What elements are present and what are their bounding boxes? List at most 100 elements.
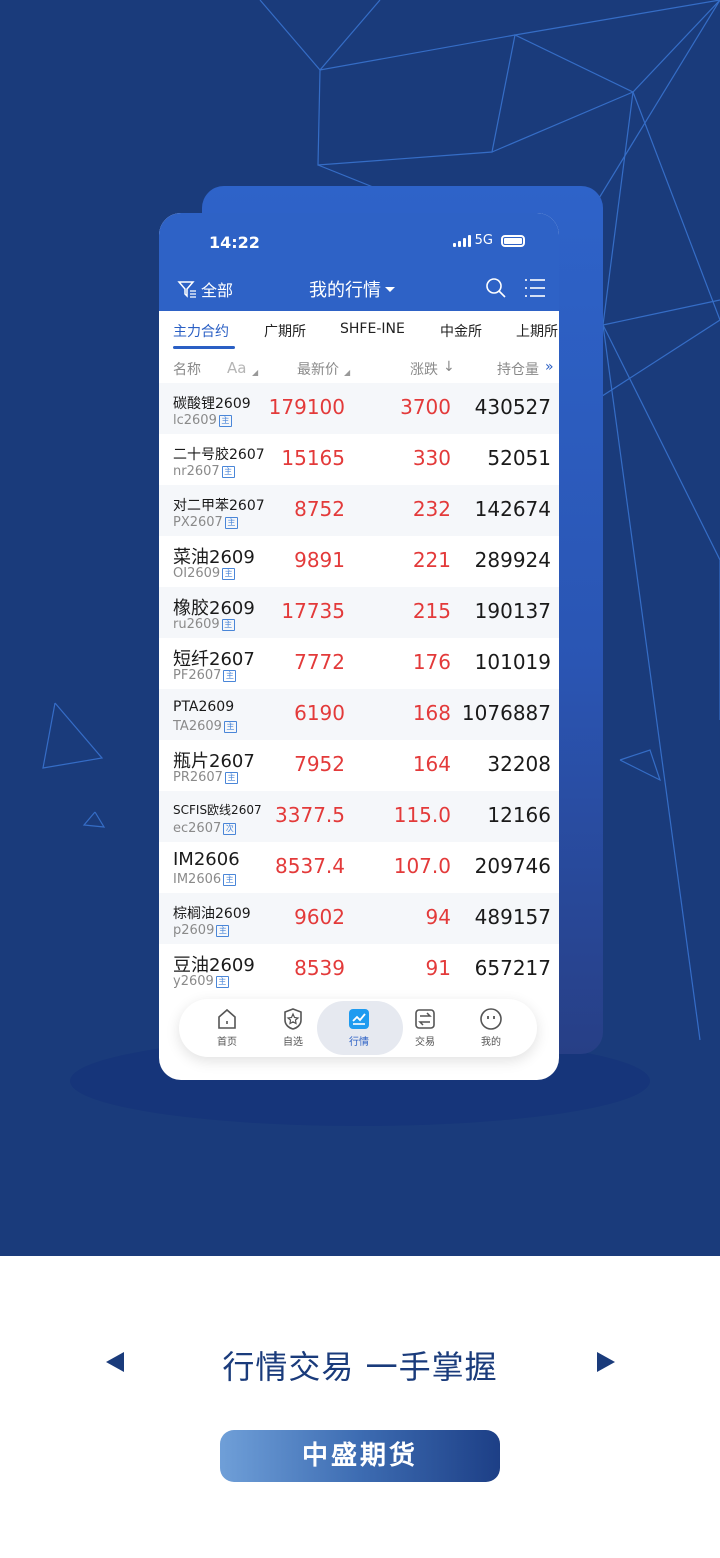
price-change: 164 (412, 752, 451, 776)
nav-bar: 全部 我的行情 (159, 271, 559, 311)
contract-code-text: nr2607 (173, 464, 220, 479)
status-time: 14:22 (209, 233, 260, 252)
latest-price: 179100 (268, 395, 345, 419)
tabbar-item-trade[interactable]: 交易 (395, 1007, 455, 1048)
tabbar-label: 自选 (283, 1037, 303, 1048)
quote-row[interactable]: 对二甲苯2607 PX2607 主 8752 232 142674 (159, 485, 559, 536)
tab-cffex[interactable]: 中金所 (440, 321, 482, 341)
slogan-row: 行情交易 一手掌握 (0, 1330, 720, 1394)
tab-shfe-ine[interactable]: SHFE-INE (340, 321, 405, 337)
contract-badge: 主 (223, 720, 237, 733)
contract-name: IM2606 (173, 849, 240, 870)
quote-row[interactable]: 豆油2609 y2609 主 8539 91 657217 (159, 944, 559, 995)
latest-price: 17735 (281, 599, 345, 623)
contract-badge: 主 (224, 516, 238, 529)
filter-icon (177, 281, 196, 298)
contract-code-text: p2609 (173, 923, 215, 938)
quote-row[interactable]: IM2606 IM2606 主 8537.4 107.0 209746 (159, 842, 559, 893)
tab-main-contracts[interactable]: 主力合约 (173, 321, 229, 341)
contract-badge: 主 (222, 567, 236, 580)
price-change: 176 (412, 650, 451, 674)
open-interest: 52051 (487, 446, 551, 470)
contract-code-text: OI2609 (173, 566, 221, 581)
filter-button[interactable]: 全部 (177, 277, 233, 301)
contract-badge: 主 (218, 414, 232, 427)
latest-price: 3377.5 (275, 803, 345, 827)
face-icon (480, 1008, 502, 1030)
quote-row[interactable]: 菜油2609 OI2609 主 9891 221 289924 (159, 536, 559, 587)
contract-code-text: PR2607 (173, 770, 223, 785)
tabbar-item-profile[interactable]: 我的 (461, 1007, 521, 1048)
active-tab-indicator (173, 346, 235, 349)
tabbar-label: 首页 (217, 1037, 237, 1048)
tabbar-item-watchlist[interactable]: 自选 (263, 1007, 323, 1048)
contract-code: OI2609 主 (173, 566, 236, 581)
search-icon[interactable] (485, 277, 507, 299)
open-interest: 190137 (474, 599, 551, 623)
contract-name: 碳酸锂2609 (173, 396, 251, 412)
col-price[interactable]: 最新价 (297, 359, 339, 379)
price-change: 107.0 (393, 854, 451, 878)
latest-price: 9602 (294, 905, 345, 929)
price-change: 115.0 (393, 803, 451, 827)
col-open-interest[interactable]: 持仓量 (497, 359, 539, 379)
tabbar-label: 我的 (481, 1037, 501, 1048)
contract-code: y2609 主 (173, 974, 229, 989)
contract-code: ru2609 主 (173, 617, 235, 632)
caret-down-icon (385, 286, 395, 292)
price-change: 232 (412, 497, 451, 521)
nav-title-text: 我的行情 (309, 280, 381, 301)
contract-code: ec2607 次 (173, 821, 237, 836)
contract-name: PTA2609 (173, 699, 235, 715)
more-columns-icon[interactable]: » (545, 359, 554, 375)
latest-price: 7952 (294, 752, 345, 776)
tab-shfe[interactable]: 上期所 (516, 321, 558, 341)
quote-row[interactable]: PTA2609 TA2609 主 6190 168 1076887 (159, 689, 559, 740)
quote-row[interactable]: 碳酸锂2609 lc2609 主 179100 3700 430527 (159, 383, 559, 434)
latest-price: 8539 (294, 956, 345, 980)
phone-header: 14:22 5G 全部 我的行情 (159, 213, 559, 311)
contract-code-text: PF2607 (173, 668, 222, 683)
quote-row[interactable]: 橡胶2609 ru2609 主 17735 215 190137 (159, 587, 559, 638)
contract-code-text: ec2607 (173, 821, 222, 836)
contract-name: 二十号胶2607 (173, 447, 265, 463)
contract-code: PF2607 主 (173, 668, 237, 683)
contract-name: 对二甲苯2607 (173, 498, 265, 514)
contract-code: IM2606 主 (173, 872, 237, 887)
quote-row[interactable]: 棕榈油2609 p2609 主 9602 94 489157 (159, 893, 559, 944)
list-menu-icon[interactable] (523, 277, 547, 299)
tabbar-item-home[interactable]: 首页 (197, 1007, 257, 1048)
col-change[interactable]: 涨跌 (410, 359, 438, 379)
quote-row[interactable]: 短纤2607 PF2607 主 7772 176 101019 (159, 638, 559, 689)
tabbar-label: 行情 (349, 1037, 369, 1048)
contract-code: TA2609 主 (173, 719, 237, 734)
quote-row[interactable]: 二十号胶2607 nr2607 主 15165 330 52051 (159, 434, 559, 485)
quote-row[interactable]: 瓶片2607 PR2607 主 7952 164 32208 (159, 740, 559, 791)
open-interest: 142674 (474, 497, 551, 521)
col-name[interactable]: 名称 (173, 359, 201, 379)
font-size-toggle[interactable]: Aa (227, 359, 246, 377)
contract-code: lc2609 主 (173, 413, 232, 428)
brand-button[interactable]: 中盛期货 (220, 1430, 500, 1482)
phone-mockup: 14:22 5G 全部 我的行情 主力合约 广期所 SHFE-INE 中金所 上… (159, 213, 559, 1080)
price-change: 215 (412, 599, 451, 623)
open-interest: 489157 (474, 905, 551, 929)
contract-code: PX2607 主 (173, 515, 238, 530)
next-slide-arrow-icon[interactable] (597, 1352, 615, 1372)
quote-row[interactable]: SCFIS欧线2607 ec2607 次 3377.5 115.0 12166 (159, 791, 559, 842)
tabbar-item-market[interactable]: 行情 (329, 1007, 389, 1048)
sort-corner-icon: ◢ (344, 368, 351, 377)
price-change: 221 (412, 548, 451, 572)
latest-price: 6190 (294, 701, 345, 725)
tab-gfex[interactable]: 广期所 (264, 321, 306, 341)
latest-price: 8752 (294, 497, 345, 521)
price-change: 168 (412, 701, 451, 725)
contract-badge: 主 (221, 465, 235, 478)
battery-icon (501, 234, 525, 247)
contract-code: nr2607 主 (173, 464, 235, 479)
market-title-dropdown[interactable]: 我的行情 (309, 276, 395, 302)
open-interest: 289924 (474, 548, 551, 572)
tabbar-label: 交易 (415, 1037, 435, 1048)
sort-corner-icon: ◢ (252, 368, 259, 377)
status-bar-right: 5G (452, 233, 525, 248)
